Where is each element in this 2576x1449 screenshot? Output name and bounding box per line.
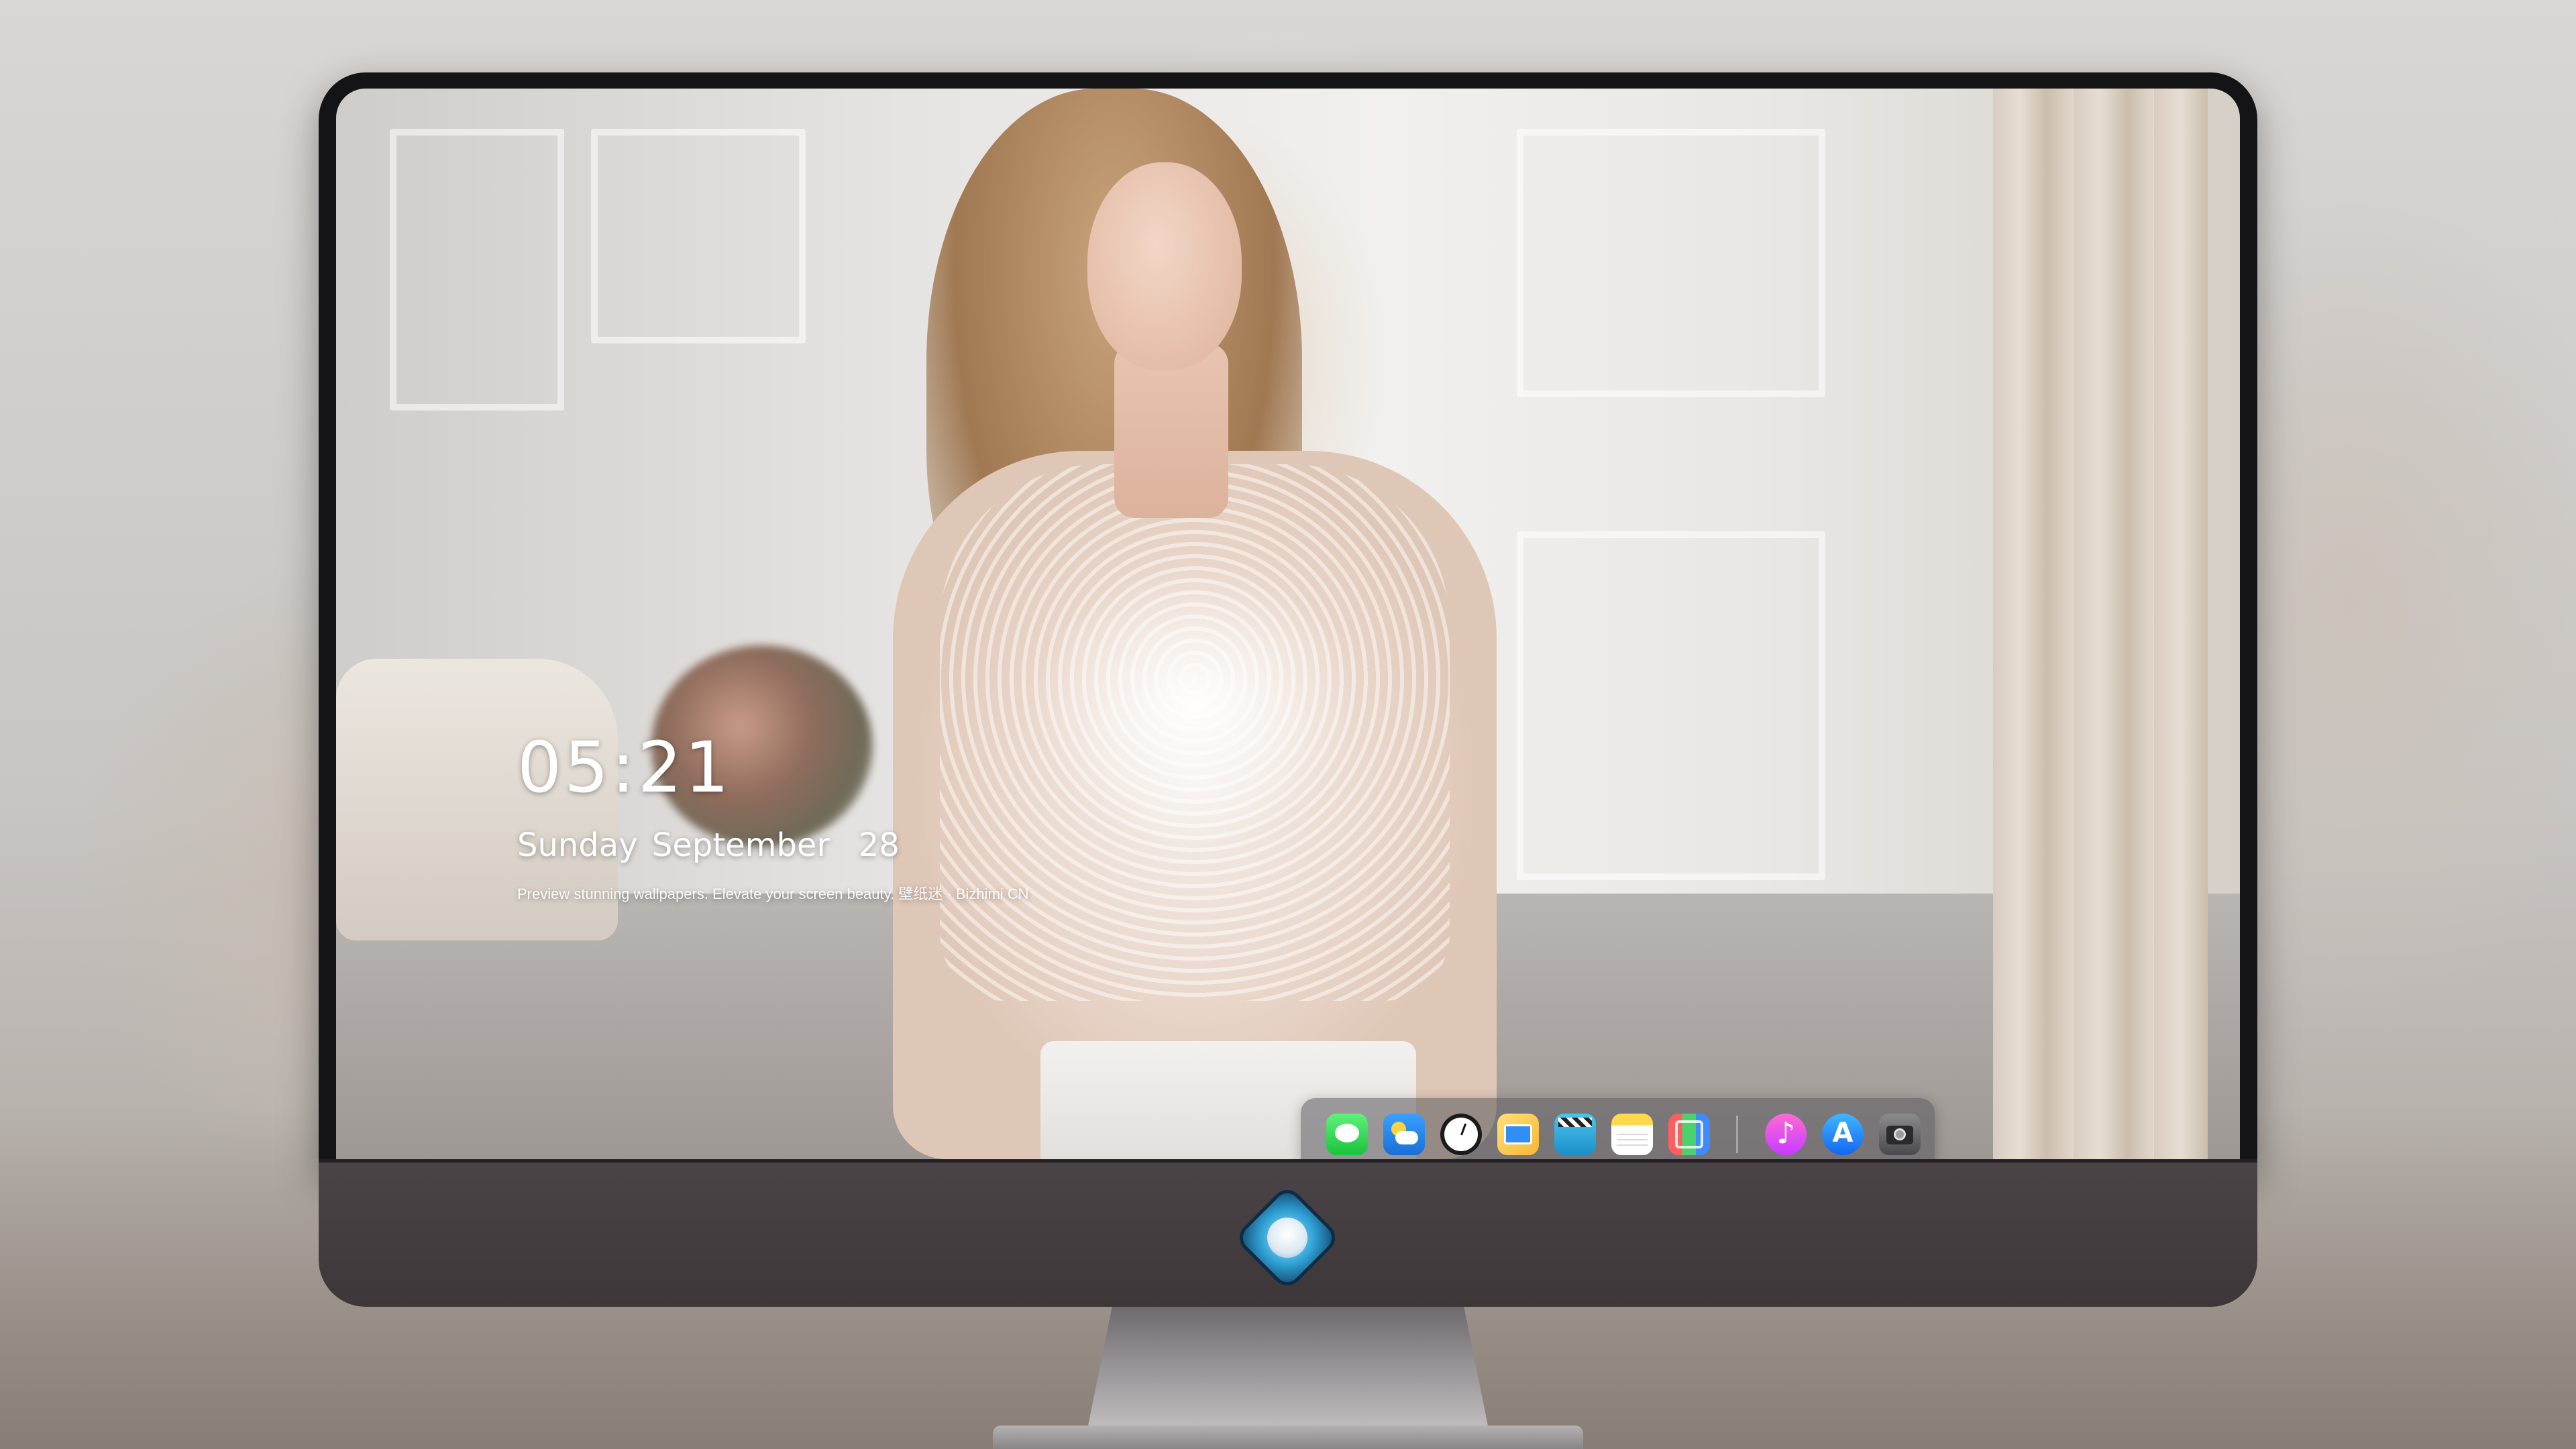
- finder-icon[interactable]: [1497, 1114, 1539, 1155]
- wallpaper-wall-panel: [1517, 531, 1825, 880]
- wallpaper-wall-panel: [591, 129, 806, 343]
- wallpaper-curtain: [1993, 89, 2208, 1159]
- clips-icon[interactable]: [1554, 1114, 1596, 1155]
- monitor: 05:21 Sunday September 28 Preview stunni…: [319, 72, 2257, 1307]
- clock-time: 05:21: [517, 727, 732, 808]
- wallpaper-wall-panel: [390, 129, 564, 411]
- monitor-bezel: 05:21 Sunday September 28 Preview stunni…: [319, 72, 2257, 1173]
- messages-icon[interactable]: [1326, 1114, 1368, 1155]
- clock-date: Sunday September 28: [517, 826, 900, 864]
- monitor-screen: 05:21 Sunday September 28 Preview stunni…: [336, 89, 2240, 1159]
- notes-icon[interactable]: [1611, 1114, 1653, 1155]
- music-icon[interactable]: [1765, 1114, 1807, 1155]
- clock-tagline: Preview stunning wallpapers. Elevate you…: [517, 885, 1029, 902]
- dock-separator: [1736, 1116, 1738, 1153]
- wallpaper-wall-panel: [1517, 129, 1825, 397]
- wallpaper-figure-face: [1087, 162, 1242, 370]
- dragon-mascot-face: [1267, 1218, 1307, 1258]
- weather-icon[interactable]: [1383, 1114, 1425, 1155]
- clock-icon[interactable]: [1440, 1114, 1482, 1155]
- monitor-stand-foot: [993, 1426, 1583, 1449]
- clock-widget: 05:21 Sunday September 28 Preview stunni…: [517, 733, 1029, 902]
- camera-icon[interactable]: [1879, 1114, 1921, 1155]
- desktop-scene: 05:21 Sunday September 28 Preview stunni…: [0, 0, 2576, 1449]
- photos-icon[interactable]: [1668, 1114, 1710, 1155]
- dock: [1301, 1098, 1935, 1159]
- app-store-icon[interactable]: [1822, 1114, 1864, 1155]
